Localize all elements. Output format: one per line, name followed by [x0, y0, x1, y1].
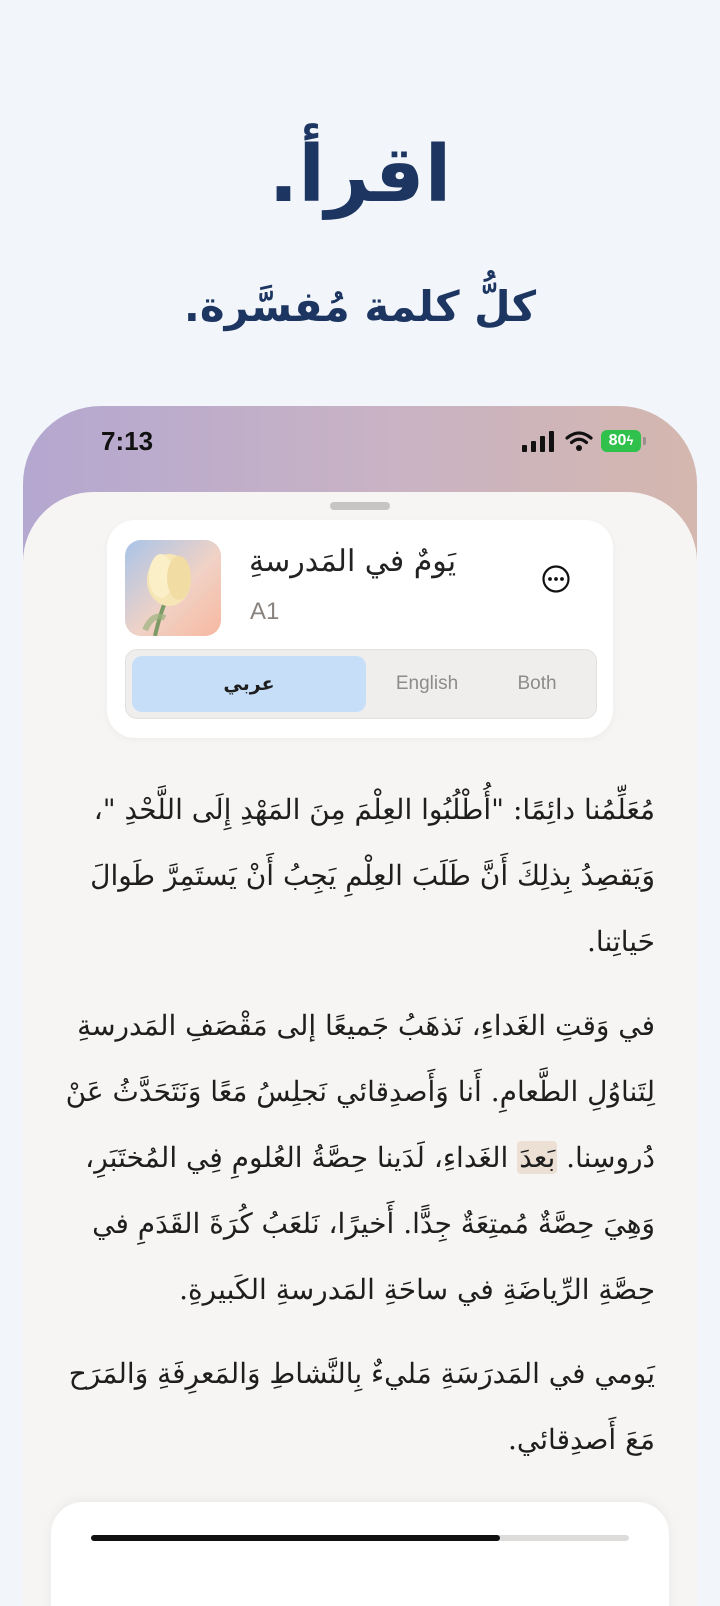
- paragraph-1[interactable]: مُعَلِّمُنا دائِمًا: "أُطْلُبُوا العِلْم…: [63, 777, 655, 975]
- language-toggle: عربي English Both: [125, 649, 597, 719]
- battery-level: 80: [608, 432, 627, 449]
- progress-fill: [91, 1535, 500, 1541]
- reading-text: مُعَلِّمُنا دائِمًا: "أُطْلُبُوا العِلْم…: [63, 777, 655, 1491]
- wifi-icon: [565, 431, 593, 451]
- charging-bolt-icon: ϟ: [626, 433, 634, 448]
- more-options-icon[interactable]: [541, 564, 571, 594]
- tulip-icon: [142, 554, 191, 636]
- progress-bar[interactable]: [91, 1535, 629, 1541]
- highlighted-word[interactable]: بَعدَ: [517, 1141, 558, 1174]
- level-label: A1: [250, 598, 280, 625]
- sheet-grabber[interactable]: [330, 502, 390, 510]
- cellular-signal-icon: [522, 431, 554, 452]
- status-time: 7:13: [101, 426, 154, 456]
- battery-indicator: 80ϟ: [601, 430, 641, 452]
- audio-player: [51, 1502, 669, 1606]
- hero-title: اقرأ.: [268, 130, 452, 220]
- tab-english[interactable]: English: [374, 656, 480, 712]
- paragraph-2[interactable]: في وَقتِ الغَداءِ، نَذهَبُ جَميعًا إلى م…: [63, 993, 655, 1323]
- hero-subtitle: كلُّ كلمة مُفسَّرة.: [183, 282, 537, 331]
- story-card: يَومٌ في المَدرسةِ A1 عربي English Both: [107, 520, 613, 738]
- reader-sheet: يَومٌ في المَدرسةِ A1 عربي English Both …: [23, 492, 697, 1606]
- paragraph-3[interactable]: يَومي في المَدرَسَةِ مَليءٌ بِالنَّشاطِ …: [63, 1341, 655, 1473]
- story-cover-image: [125, 540, 221, 636]
- status-bar: 7:13 80ϟ: [23, 406, 697, 486]
- phone-frame: 7:13 80ϟ يَومٌ في المَدرسةِ A1 عربي Engl…: [23, 406, 697, 1606]
- story-title: يَومٌ في المَدرسةِ: [249, 544, 457, 579]
- tab-both[interactable]: Both: [486, 656, 588, 712]
- battery-tip: [643, 437, 646, 445]
- tab-arabic[interactable]: عربي: [132, 656, 366, 712]
